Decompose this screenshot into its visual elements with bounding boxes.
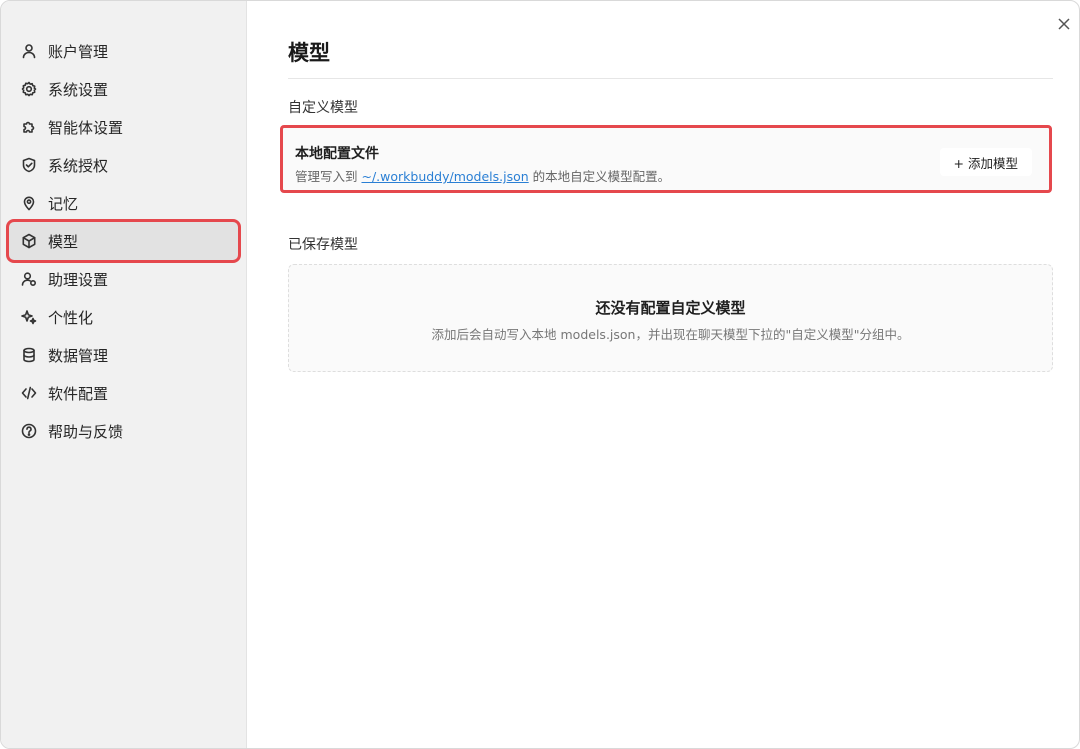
question-circle-icon (21, 423, 37, 439)
location-pin-icon (21, 195, 37, 211)
sidebar-item-label: 数据管理 (48, 346, 109, 365)
config-desc-suffix: 的本地自定义模型配置。 (528, 169, 671, 184)
sidebar-item-memory[interactable]: 记忆 (9, 184, 238, 222)
config-desc-prefix: 管理写入到 (295, 169, 362, 184)
local-config-card: 本地配置文件 管理写入到 ~/.workbuddy/models.json 的本… (280, 125, 1052, 193)
sidebar-item-label: 账户管理 (48, 42, 109, 61)
shield-check-icon (21, 157, 37, 173)
sidebar-item-label: 助理设置 (48, 270, 109, 289)
settings-window: 账户管理 系统设置 智能体设置 系统授权 记忆 模型 助理设置 个性化 数据管理… (0, 0, 1080, 749)
gear-icon (21, 81, 37, 97)
empty-state-description: 添加后会自动写入本地 models.json，并出现在聊天模型下拉的"自定义模型… (431, 327, 910, 342)
sidebar-item-assistant-settings[interactable]: 助理设置 (9, 260, 238, 298)
saved-models-empty-state: 还没有配置自定义模型 添加后会自动写入本地 models.json，并出现在聊天… (288, 264, 1053, 372)
sidebar-item-help-feedback[interactable]: 帮助与反馈 (9, 412, 238, 450)
title-divider (288, 78, 1053, 79)
sidebar-item-data-management[interactable]: 数据管理 (9, 336, 238, 374)
sidebar-item-label: 系统授权 (48, 156, 109, 175)
sidebar-item-account[interactable]: 账户管理 (9, 32, 238, 70)
sidebar: 账户管理 系统设置 智能体设置 系统授权 记忆 模型 助理设置 个性化 数据管理… (1, 1, 247, 748)
sparkle-icon (21, 309, 37, 325)
close-button[interactable] (1053, 13, 1075, 35)
sidebar-item-label: 个性化 (48, 308, 94, 327)
user-icon (21, 43, 37, 59)
sidebar-item-agent-settings[interactable]: 智能体设置 (9, 108, 238, 146)
sidebar-item-label: 记忆 (48, 194, 79, 213)
add-model-button[interactable]: + 添加模型 (939, 148, 1032, 176)
user-gear-icon (21, 271, 37, 287)
sidebar-item-software-config[interactable]: 软件配置 (9, 374, 238, 412)
sidebar-item-model[interactable]: 模型 (9, 222, 238, 260)
sidebar-item-label: 软件配置 (48, 384, 109, 403)
config-card-description: 管理写入到 ~/.workbuddy/models.json 的本地自定义模型配… (295, 166, 670, 185)
sidebar-item-label: 模型 (48, 232, 79, 251)
config-card-title: 本地配置文件 (295, 146, 379, 162)
sidebar-item-label: 智能体设置 (48, 118, 124, 137)
models-json-path-link[interactable]: ~/.workbuddy/models.json (361, 169, 528, 184)
sidebar-item-personalization[interactable]: 个性化 (9, 298, 238, 336)
sidebar-item-system-authorization[interactable]: 系统授权 (9, 146, 238, 184)
close-icon (1058, 18, 1070, 30)
main-content: 模型 自定义模型 本地配置文件 管理写入到 ~/.workbuddy/model… (280, 1, 1053, 748)
custom-models-section-label: 自定义模型 (288, 100, 358, 116)
empty-state-title: 还没有配置自定义模型 (595, 299, 746, 317)
cube-icon (21, 233, 37, 249)
sidebar-item-system-settings[interactable]: 系统设置 (9, 70, 238, 108)
saved-models-section-label: 已保存模型 (288, 237, 358, 253)
sidebar-item-label: 帮助与反馈 (48, 422, 124, 441)
page-title: 模型 (288, 41, 330, 65)
sidebar-item-label: 系统设置 (48, 80, 109, 99)
database-icon (21, 347, 37, 363)
code-icon (21, 385, 37, 401)
puzzle-icon (21, 119, 37, 135)
